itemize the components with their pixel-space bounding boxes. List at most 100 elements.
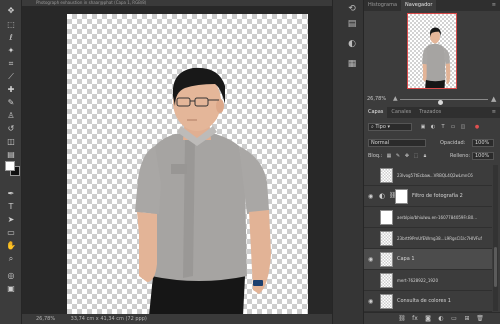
visibility-toggle-icon[interactable] (368, 277, 375, 284)
zoom-slider[interactable] (400, 99, 488, 105)
filter-shape-icon[interactable]: ▭ (450, 124, 456, 130)
layer-thumbnail (380, 168, 393, 183)
layer-row-selected[interactable]: ◉ Capa 1 (364, 249, 492, 270)
artboard-tool-icon[interactable]: ⬚ (4, 19, 18, 30)
link-layers-icon[interactable]: ⛓ (398, 315, 406, 323)
lock-all-icon[interactable]: 🔒︎ (422, 153, 428, 159)
layer-name[interactable]: Consulta de colores 1 (397, 291, 491, 312)
layer-row[interactable]: ◉ ◐ ⛓ Filtro de fotografía 2 (364, 186, 492, 207)
visibility-toggle-icon[interactable] (368, 214, 375, 221)
layer-filter-row: ⌕ Tipo ▾ ▣ ◐ T ▭ ◫ ● (364, 122, 500, 132)
layer-name[interactable]: Capa 1 (397, 249, 491, 270)
opacity-field[interactable]: 100% (472, 139, 494, 147)
brush-tool-icon[interactable]: ✎ (4, 97, 18, 108)
adjustments-panel-icon[interactable]: ◐ (347, 39, 357, 49)
properties-panel-icon[interactable]: ▤ (347, 19, 357, 29)
layer-row[interactable]: mert-7628922_1920 (364, 270, 492, 291)
layers-menu-icon[interactable]: ≡ (492, 107, 500, 118)
delete-layer-icon[interactable]: 🗑︎ (476, 315, 484, 323)
new-adjustment-icon[interactable]: ◐ (437, 315, 445, 323)
blend-row: Normal Opacidad: 100% (364, 138, 500, 148)
opacity-label: Opacidad: (440, 140, 466, 146)
status-document-size[interactable]: 33,74 cm x 41,34 cm (72 ppp) (71, 316, 147, 322)
zoom-in-icon[interactable]: ▲ (491, 95, 496, 103)
add-mask-icon[interactable]: ◙ (424, 315, 432, 323)
screen-mode-icon[interactable]: ▣ (4, 283, 18, 294)
tab-channels[interactable]: Canales (387, 107, 415, 118)
tab-paths[interactable]: Trazados (415, 107, 445, 118)
layer-row[interactable]: 23lvog57tEcbaw...VRBQL4Q2wLmnC6 (364, 165, 492, 186)
zoom-tool-icon[interactable]: ⌕ (4, 253, 18, 264)
navigator-tabs: Histograma Navegador ≡ (364, 0, 500, 11)
navigator-preview[interactable] (407, 13, 457, 89)
layers-bottom-bar: ⛓ fx ◙ ◐ ▭ ⊞ 🗑︎ (364, 312, 500, 324)
navigator-zoom-value[interactable]: 26,78% (367, 95, 386, 103)
rectangle-tool-icon[interactable]: ▭ (4, 227, 18, 238)
healing-brush-tool-icon[interactable]: ✚ (4, 84, 18, 95)
layer-name[interactable]: mert-7628922_1920 (397, 270, 491, 291)
lock-position-icon[interactable]: ✥ (404, 153, 410, 159)
magic-wand-tool-icon[interactable]: ✦ (4, 45, 18, 56)
type-tool-icon[interactable]: T (4, 201, 18, 212)
filter-kind-select[interactable]: ⌕ Tipo ▾ (368, 123, 412, 131)
quick-mask-icon[interactable]: ◎ (4, 270, 18, 281)
layer-thumbnail (380, 294, 393, 309)
clone-stamp-tool-icon[interactable]: ♙ (4, 110, 18, 121)
eyedropper-tool-icon[interactable]: ⟋ (4, 71, 18, 82)
lock-label: Bloq.: (368, 153, 383, 159)
filter-kind-label: Tipo (375, 124, 386, 130)
zoom-out-icon[interactable]: ▲ (393, 95, 398, 103)
libraries-panel-icon[interactable]: ▦ (347, 59, 357, 69)
layer-style-icon[interactable]: fx (411, 315, 419, 323)
filter-type-icon[interactable]: T (440, 124, 446, 130)
layer-mask-thumbnail[interactable] (395, 189, 408, 204)
fill-label: Relleno: (450, 153, 471, 159)
layer-name[interactable]: aerblpio/bhiulwu.en-1607784059Fr.B0... (397, 207, 491, 228)
layer-row[interactable]: 23brtt9PmUfEWrng38...L9RgsCI1lc7HIVFuf (364, 228, 492, 249)
layers-scrollbar[interactable] (493, 165, 498, 311)
tab-histogram[interactable]: Histograma (364, 0, 401, 11)
layer-name[interactable]: Filtro de fotografía 2 (412, 186, 492, 207)
blend-mode-label: Normal (371, 140, 390, 146)
tab-navigator[interactable]: Navegador (401, 0, 437, 11)
canvas[interactable] (67, 14, 308, 316)
layer-name[interactable]: 23brtt9PmUfEWrng38...L9RgsCI1lc7HIVFuf (397, 228, 491, 249)
lock-transparent-icon[interactable]: ▦ (386, 153, 392, 159)
move-tool-icon[interactable]: ✥ (4, 5, 18, 16)
zoom-slider-handle[interactable] (437, 100, 443, 105)
filter-smart-object-icon[interactable]: ◫ (460, 124, 466, 130)
history-brush-tool-icon[interactable]: ↺ (4, 123, 18, 134)
eye-icon[interactable]: ◉ (368, 193, 375, 200)
crop-tool-icon[interactable]: ⌗ (4, 58, 18, 69)
eraser-tool-icon[interactable]: ◫ (4, 136, 18, 147)
layer-name[interactable]: 23lvog57tEcbaw...VRBQL4Q2wLmnC6 (397, 165, 491, 186)
layer-row[interactable]: aerblpio/bhiulwu.en-1607784059Fr.B0... (364, 207, 492, 228)
status-zoom[interactable]: 26,78% (36, 316, 55, 322)
filter-pixel-icon[interactable]: ▣ (420, 124, 426, 130)
lock-image-icon[interactable]: ✎ (395, 153, 401, 159)
navigator-thumbnail-person (422, 27, 451, 88)
layers-scrollbar-thumb[interactable] (494, 247, 497, 287)
eye-icon[interactable]: ◉ (368, 298, 375, 305)
lock-artboard-icon[interactable]: ⬚ (413, 153, 419, 159)
new-layer-icon[interactable]: ⊞ (463, 315, 471, 323)
fill-field[interactable]: 100% (472, 152, 494, 160)
tab-layers[interactable]: Capas (364, 107, 388, 118)
history-panel-icon[interactable]: ⟲ (347, 4, 357, 14)
pen-tool-icon[interactable]: ✒ (4, 188, 18, 199)
visibility-toggle-icon[interactable] (368, 235, 375, 242)
eye-icon[interactable]: ◉ (368, 256, 375, 263)
path-selection-tool-icon[interactable]: ➤ (4, 214, 18, 225)
hand-tool-icon[interactable]: ✋ (4, 240, 18, 251)
blend-mode-select[interactable]: Normal (368, 139, 426, 147)
layer-row[interactable]: ◉ Consulta de colores 1 (364, 291, 492, 312)
tools-panel: ✥ ⬚ ℓ ✦ ⌗ ⟋ ✚ ✎ ♙ ↺ ◫ ▤ ✒ T ➤ ▭ ✋ ⌕ ◎ ▣ (0, 0, 22, 324)
filter-toggle-icon[interactable]: ● (474, 124, 480, 130)
visibility-toggle-icon[interactable] (368, 172, 375, 179)
gradient-tool-icon[interactable]: ▤ (4, 149, 18, 160)
foreground-color-swatch[interactable] (5, 161, 15, 171)
new-group-icon[interactable]: ▭ (450, 315, 458, 323)
panel-menu-icon[interactable]: ≡ (492, 0, 500, 11)
filter-adjustment-icon[interactable]: ◐ (430, 124, 436, 130)
lasso-tool-icon[interactable]: ℓ (4, 32, 18, 43)
